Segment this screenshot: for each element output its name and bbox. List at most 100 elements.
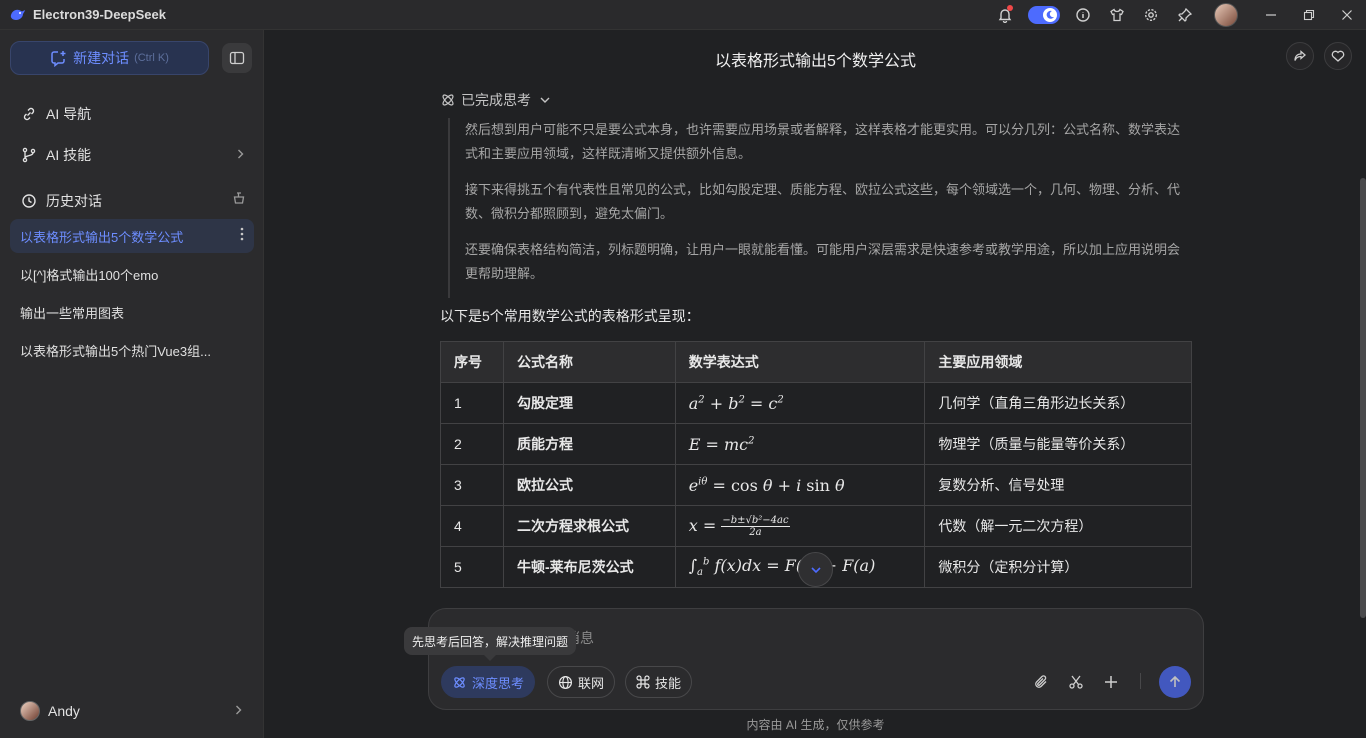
scroll-to-bottom-button[interactable]: [798, 552, 833, 587]
formula-expression: E = mc2: [674, 423, 926, 465]
clear-history-icon[interactable]: [232, 191, 246, 208]
table-header: 数学表达式: [674, 341, 926, 383]
answer-intro: 以下是5个常用数学公式的表格形式呈现：: [440, 308, 700, 324]
thinking-content: 然后想到用户可能不只是要公式本身，也许需要应用场景或者解释，这样表格才能更实用。…: [448, 118, 1184, 298]
table-header: 公式名称: [502, 341, 676, 383]
application-field: 代数（解一元二次方程）: [924, 505, 1192, 547]
send-button[interactable]: [1159, 666, 1191, 698]
deep-think-icon: [440, 92, 456, 108]
sidebar-toggle-button[interactable]: [222, 43, 252, 73]
row-number: 3: [440, 464, 504, 506]
app-title: Electron39-DeepSeek: [33, 7, 166, 22]
skills-label: 技能: [655, 675, 682, 691]
toolbar-divider: [1140, 673, 1141, 689]
sidebar-item-label: AI 技能: [46, 147, 92, 163]
settings-gear-icon[interactable]: [1134, 0, 1168, 30]
theme-toggle[interactable]: [1028, 6, 1060, 24]
formula-table: 序号 公式名称 数学表达式 主要应用领域 1 勾股定理 a2 + b2 = c2…: [440, 341, 1192, 588]
history-item[interactable]: 输出一些常用图表: [10, 295, 254, 329]
command-icon: [636, 675, 650, 689]
deep-think-icon: [452, 675, 467, 690]
web-search-label: 联网: [578, 675, 605, 691]
notification-dot: [1007, 5, 1013, 11]
branch-icon: [20, 146, 38, 164]
thinking-paragraph: 接下来得挑五个有代表性且常见的公式，比如勾股定理、质能方程、欧拉公式这些，每个领…: [465, 182, 1181, 221]
scrollbar[interactable]: [1360, 178, 1366, 618]
formula-name: 勾股定理: [502, 382, 676, 424]
table-row: 4 二次方程求根公式 x = −b±√b²−4ac 2a 代数（解一元二次方程）: [440, 505, 1192, 547]
shirt-icon[interactable]: [1100, 0, 1134, 30]
formula-name: 二次方程求根公式: [502, 505, 676, 547]
application-field: 复数分析、信号处理: [924, 464, 1192, 506]
history-item-label: 以[^]格式输出100个emo: [20, 267, 159, 283]
table-row: 2 质能方程 E = mc2 物理学（质量与能量等价关系）: [440, 423, 1192, 465]
user-avatar-top[interactable]: [1214, 3, 1238, 27]
thinking-toggle[interactable]: 已完成思考: [440, 90, 551, 110]
history-item[interactable]: 以[^]格式输出100个emo: [10, 257, 254, 291]
info-icon[interactable]: [1066, 0, 1100, 30]
thinking-paragraph: 还要确保表格结构简洁，列标题明确，让用户一眼就能看懂。可能用户深层需求是快速参考…: [465, 242, 1181, 281]
formula-expression: x = −b±√b²−4ac 2a: [674, 505, 926, 547]
title-bar: Electron39-DeepSeek: [0, 0, 1366, 30]
thinking-label: 已完成思考: [461, 92, 531, 108]
chevron-down-icon: [539, 94, 551, 106]
ai-disclaimer: 内容由 AI 生成，仅供参考: [746, 718, 885, 732]
formula-name: 牛顿-莱布尼茨公式: [502, 546, 676, 588]
chat-main: 以表格形式输出5个数学公式 已完成思考 然后想到用户可能不只是要公式本身，也许需…: [265, 30, 1366, 738]
attachment-paperclip-icon[interactable]: [1029, 670, 1053, 694]
table-header-row: 序号 公式名称 数学表达式 主要应用领域: [440, 341, 1192, 383]
message-composer: 消息 先思考后回答，解决推理问题 深度思考 联网 技能: [404, 608, 1204, 710]
new-chat-icon: [50, 50, 67, 67]
history-item[interactable]: 以表格形式输出5个数学公式: [10, 219, 254, 253]
table-header: 序号: [440, 341, 504, 383]
history-item-label: 以表格形式输出5个数学公式: [20, 229, 184, 245]
sidebar-item-ai-nav[interactable]: AI 导航: [20, 104, 246, 124]
table-header: 主要应用领域: [924, 341, 1192, 383]
globe-icon: [558, 675, 573, 690]
formula-expression: eiθ = cos θ + i sin θ: [674, 464, 926, 506]
deep-think-button[interactable]: 深度思考: [441, 666, 536, 698]
application-field: 几何学（直角三角形边长关系）: [924, 382, 1192, 424]
page-title: 以表格形式输出5个数学公式: [715, 53, 916, 70]
row-number: 4: [440, 505, 504, 547]
history-clock-icon: [20, 192, 38, 210]
notification-bell-icon[interactable]: [988, 0, 1022, 30]
share-button[interactable]: [1286, 42, 1314, 70]
chevron-right-icon: [234, 147, 246, 163]
application-field: 物理学（质量与能量等价关系）: [924, 423, 1192, 465]
row-number: 5: [440, 546, 504, 588]
new-chat-label: 新建对话: [73, 50, 130, 66]
table-row: 3 欧拉公式 eiθ = cos θ + i sin θ 复数分析、信号处理: [440, 464, 1192, 506]
restore-button[interactable]: [1290, 0, 1328, 30]
moon-icon: [1043, 8, 1057, 22]
user-profile-row[interactable]: Andy: [20, 699, 244, 723]
plus-icon[interactable]: [1099, 670, 1123, 694]
history-label: 历史对话: [46, 193, 102, 209]
more-vertical-icon[interactable]: [240, 227, 244, 244]
pin-icon[interactable]: [1168, 0, 1202, 30]
thinking-paragraph: 然后想到用户可能不只是要公式本身，也许需要应用场景或者解释，这样表格才能更实用。…: [465, 122, 1181, 161]
deep-think-label: 深度思考: [472, 675, 525, 691]
row-number: 2: [440, 423, 504, 465]
sidebar: 新建对话 (Ctrl K) AI 导航 AI 技能 历史对话 以表格形式输出5个…: [0, 30, 264, 738]
minimize-button[interactable]: [1252, 0, 1290, 30]
deep-think-tooltip: 先思考后回答，解决推理问题: [404, 627, 577, 661]
history-item-label: 输出一些常用图表: [20, 305, 125, 321]
web-search-button[interactable]: 联网: [547, 666, 616, 698]
history-item[interactable]: 以表格形式输出5个热门Vue3组...: [10, 333, 254, 367]
formula-expression: a2 + b2 = c2: [674, 382, 926, 424]
skills-button[interactable]: 技能: [625, 666, 693, 698]
history-item-label: 以表格形式输出5个热门Vue3组...: [20, 343, 211, 359]
close-window-button[interactable]: [1328, 0, 1366, 30]
favorite-button[interactable]: [1324, 42, 1352, 70]
deepseek-logo-icon: [10, 7, 26, 23]
formula-name: 欧拉公式: [502, 464, 676, 506]
new-chat-button[interactable]: 新建对话 (Ctrl K): [10, 41, 209, 75]
sidebar-item-ai-skills[interactable]: AI 技能: [20, 145, 246, 165]
new-chat-shortcut: (Ctrl K): [134, 52, 169, 64]
user-name: Andy: [48, 703, 80, 719]
sidebar-item-label: AI 导航: [46, 106, 92, 122]
avatar: [20, 701, 40, 721]
application-field: 微积分（定积分计算）: [924, 546, 1192, 588]
scissors-icon[interactable]: [1064, 670, 1088, 694]
